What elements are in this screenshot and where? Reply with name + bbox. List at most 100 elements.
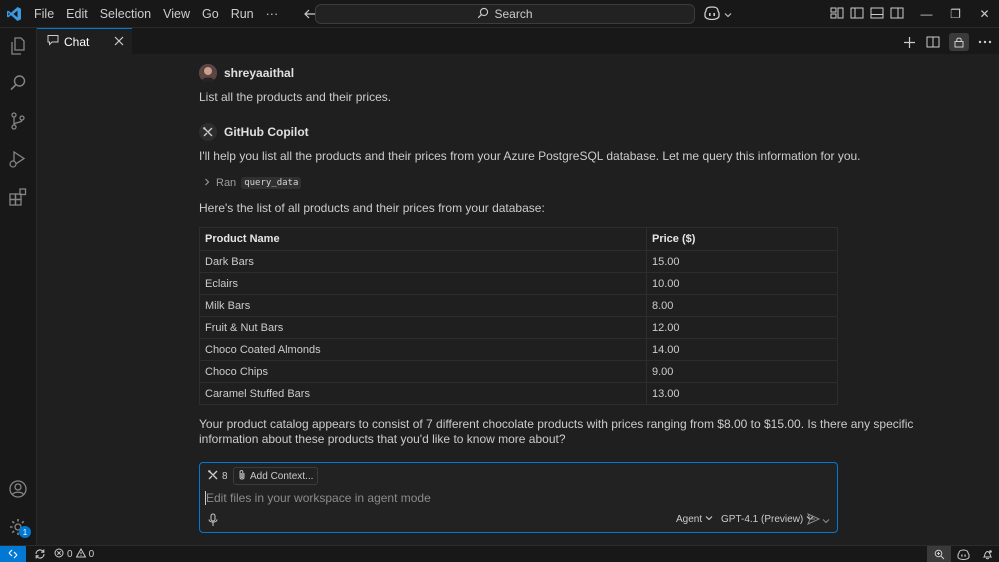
vscode-logo-icon — [0, 0, 28, 28]
title-bar: File Edit Selection View Go Run ··· Sear… — [0, 0, 999, 28]
window-controls: — ❐ ✕ — [912, 0, 999, 28]
toggle-panel-icon[interactable] — [870, 6, 884, 20]
more-actions-icon[interactable] — [977, 34, 993, 50]
avatar — [199, 64, 217, 82]
mode-label: Agent — [676, 514, 703, 525]
chat-bubble-icon — [47, 34, 59, 49]
price-cell: 13.00 — [646, 382, 838, 405]
assistant-summary-line-2: information about these products that yo… — [199, 432, 566, 446]
restore-icon[interactable]: ❐ — [941, 7, 970, 21]
chevron-down-icon — [724, 7, 732, 22]
warning-count: 0 — [88, 548, 95, 560]
user-message-header: shreyaaithal — [199, 64, 294, 82]
close-window-icon[interactable]: ✕ — [970, 7, 999, 21]
price-cell: 8.00 — [646, 294, 838, 317]
menu-view[interactable]: View — [157, 0, 196, 28]
chevron-right-icon — [203, 177, 211, 189]
table-row: Fruit & Nut Bars 12.00 — [199, 316, 838, 339]
price-cell: 10.00 — [646, 272, 838, 295]
chevron-down-icon — [705, 514, 713, 525]
column-header-product-name: Product Name — [199, 227, 647, 251]
menu-edit[interactable]: Edit — [60, 0, 94, 28]
command-center-search[interactable]: Search — [315, 4, 695, 24]
chat-input-field[interactable]: Edit files in your workspace in agent mo… — [205, 491, 431, 505]
products-table: Product Name Price ($) Dark Bars 15.00 Ec… — [199, 227, 838, 405]
product-name-cell: Choco Coated Almonds — [199, 338, 647, 361]
table-row: Choco Chips 9.00 — [199, 360, 838, 383]
price-cell: 14.00 — [646, 338, 838, 361]
close-icon[interactable] — [112, 34, 126, 48]
extensions-icon[interactable] — [7, 186, 29, 208]
product-name-cell: Eclairs — [199, 272, 647, 295]
notifications-bell-icon[interactable] — [975, 546, 999, 562]
remote-window-icon[interactable] — [0, 545, 26, 562]
assistant-lead-text: Here's the list of all products and thei… — [199, 201, 545, 215]
table-row: Dark Bars 15.00 — [199, 250, 838, 273]
paperclip-icon — [238, 469, 246, 484]
error-count: 0 — [67, 548, 73, 560]
tab-chat[interactable]: Chat — [37, 28, 132, 54]
product-name-cell: Caramel Stuffed Bars — [199, 382, 647, 405]
layout-controls — [830, 6, 904, 20]
microphone-icon[interactable] — [207, 513, 221, 527]
tab-actions — [901, 33, 993, 51]
column-header-price: Price ($) — [646, 227, 838, 251]
copilot-menu[interactable] — [703, 5, 732, 24]
source-control-icon[interactable] — [7, 110, 29, 132]
run-and-debug-icon[interactable] — [7, 148, 29, 170]
new-chat-plus-icon[interactable] — [901, 34, 917, 50]
tools-count: 8 — [222, 470, 228, 482]
tool-run-disclosure[interactable]: Ran query_data — [203, 177, 302, 189]
explorer-icon[interactable] — [7, 35, 29, 57]
accounts-icon[interactable] — [7, 478, 29, 500]
status-bar-right — [927, 546, 999, 562]
lock-icon[interactable] — [949, 33, 969, 51]
search-icon — [477, 7, 489, 22]
customize-layout-icon[interactable] — [830, 6, 844, 20]
product-name-cell: Milk Bars — [199, 294, 647, 317]
copilot-icon — [703, 5, 721, 24]
send-button[interactable] — [807, 513, 830, 528]
error-icon — [54, 548, 64, 561]
zoom-icon[interactable] — [927, 546, 951, 562]
minimize-icon[interactable]: — — [912, 7, 941, 21]
split-editor-icon[interactable] — [925, 34, 941, 50]
ran-label: Ran — [216, 177, 237, 189]
price-cell: 9.00 — [646, 360, 838, 383]
tools-picker-button[interactable]: 8 — [205, 468, 230, 484]
product-name-cell: Choco Chips — [199, 360, 647, 383]
status-bar: 0 0 — [0, 545, 999, 562]
user-message-text: List all the products and their prices. — [199, 90, 392, 104]
model-label: GPT-4.1 (Preview) — [721, 514, 804, 525]
mode-picker[interactable]: Agent — [676, 514, 713, 525]
toggle-primary-sidebar-icon[interactable] — [850, 6, 864, 20]
sync-icon[interactable] — [34, 548, 46, 560]
menu-selection[interactable]: Selection — [94, 0, 157, 28]
chat-input-box[interactable]: 8 Add Context... Edit files in your work… — [199, 462, 838, 533]
assistant-name: GitHub Copilot — [224, 125, 309, 139]
table-row: Caramel Stuffed Bars 13.00 — [199, 382, 838, 405]
menu-more[interactable]: ··· — [260, 0, 285, 28]
copilot-status-icon[interactable] — [951, 546, 975, 562]
editor-tab-bar: Chat — [37, 28, 999, 54]
assistant-summary-line-1: Your product catalog appears to consist … — [199, 417, 914, 431]
updates-badge: 1 — [19, 526, 31, 538]
search-view-icon[interactable] — [7, 72, 29, 94]
search-label: Search — [494, 7, 533, 21]
assistant-intro-text: I'll help you list all the products and … — [199, 149, 861, 163]
problems-indicator[interactable]: 0 0 — [54, 547, 95, 561]
warning-icon — [75, 547, 86, 561]
activity-bar: 1 — [0, 28, 37, 545]
user-name: shreyaaithal — [224, 66, 295, 80]
send-icon — [807, 513, 821, 528]
copilot-tools-icon — [199, 123, 217, 141]
toggle-secondary-sidebar-icon[interactable] — [890, 6, 904, 20]
menu-go[interactable]: Go — [196, 0, 225, 28]
chevron-down-icon — [822, 513, 830, 528]
add-context-button[interactable]: Add Context... — [233, 467, 319, 485]
assistant-message-header: GitHub Copilot — [199, 123, 309, 141]
model-picker[interactable]: GPT-4.1 (Preview) — [721, 514, 814, 525]
add-context-label: Add Context... — [250, 470, 314, 482]
menu-file[interactable]: File — [28, 0, 60, 28]
menu-run[interactable]: Run — [225, 0, 260, 28]
